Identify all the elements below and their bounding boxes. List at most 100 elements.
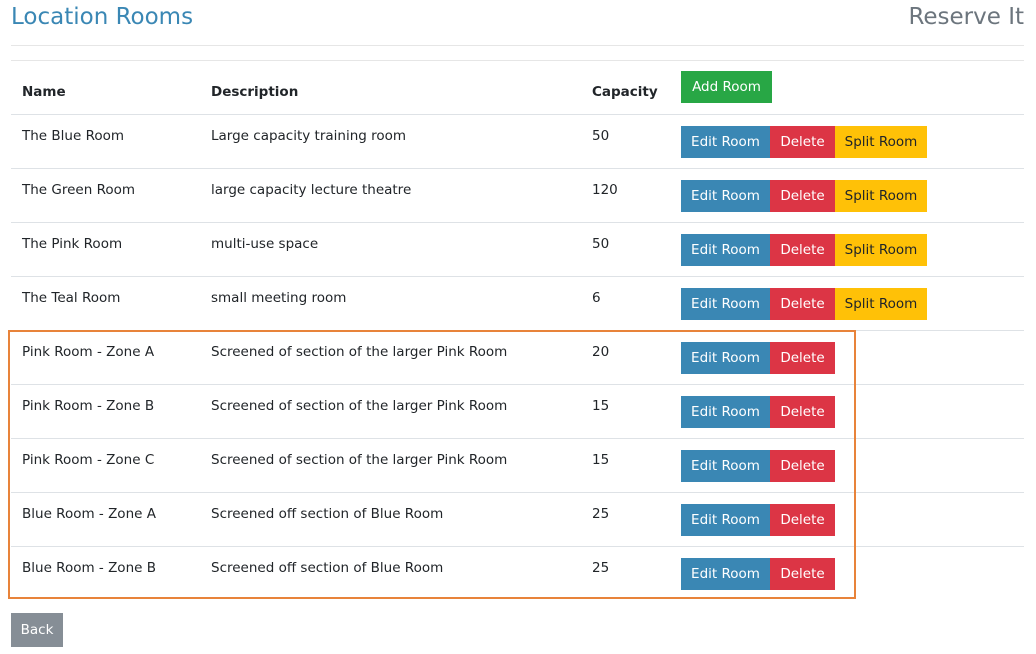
row-actions: Edit Room Delete Split Room — [681, 168, 1024, 223]
room-name: The Pink Room — [22, 235, 123, 252]
row-action-group: Edit Room Delete — [681, 557, 1024, 590]
room-capacity: 6 — [592, 289, 601, 306]
edit-room-button[interactable]: Edit Room — [681, 341, 770, 374]
room-description: Large capacity training room — [211, 127, 407, 144]
room-capacity-cell: 120 — [581, 168, 681, 223]
edit-room-button[interactable]: Edit Room — [681, 125, 770, 158]
table-row: Blue Room - Zone B Screened off section o… — [11, 546, 1024, 600]
header-divider — [11, 45, 1024, 46]
edit-room-button[interactable]: Edit Room — [681, 179, 770, 212]
room-description-cell: multi-use space — [200, 222, 581, 277]
row-action-group: Edit Room Delete — [681, 449, 1024, 482]
room-description: Screened off section of Blue Room — [211, 559, 444, 576]
room-capacity-cell: 6 — [581, 276, 681, 331]
table-row: Blue Room - Zone A Screened off section o… — [11, 492, 1024, 547]
room-description-cell: Large capacity training room — [200, 114, 581, 169]
room-capacity: 120 — [592, 181, 618, 198]
row-actions: Edit Room Delete Split Room — [681, 276, 1024, 331]
row-actions: Edit Room Delete — [681, 330, 1024, 385]
room-description-cell: Screened of section of the larger Pink R… — [200, 330, 581, 385]
room-capacity: 15 — [592, 397, 610, 414]
room-name-cell: Pink Room - Zone C — [11, 438, 200, 493]
delete-room-button[interactable]: Delete — [770, 395, 835, 428]
table-row: Pink Room - Zone C Screened of section of… — [11, 438, 1024, 493]
back-button[interactable]: Back — [11, 613, 63, 647]
delete-room-button[interactable]: Delete — [770, 233, 835, 266]
row-actions: Edit Room Delete — [681, 384, 1024, 439]
room-capacity: 15 — [592, 451, 610, 468]
room-name-cell: The Green Room — [11, 168, 200, 223]
column-header-capacity: Capacity — [581, 61, 681, 115]
column-header-name: Name — [11, 61, 200, 115]
room-name: Pink Room - Zone B — [22, 397, 155, 414]
room-name: The Blue Room — [22, 127, 125, 144]
row-action-group: Edit Room Delete — [681, 395, 1024, 428]
delete-room-button[interactable]: Delete — [770, 449, 835, 482]
split-room-button[interactable]: Split Room — [835, 287, 927, 320]
row-actions: Edit Room Delete — [681, 438, 1024, 493]
room-capacity-cell: 20 — [581, 330, 681, 385]
room-capacity: 50 — [592, 127, 610, 144]
room-name: The Teal Room — [22, 289, 121, 306]
room-description: Screened off section of Blue Room — [211, 505, 444, 522]
room-capacity-cell: 50 — [581, 222, 681, 277]
edit-room-button[interactable]: Edit Room — [681, 233, 770, 266]
room-name-cell: Pink Room - Zone B — [11, 384, 200, 439]
row-action-group: Edit Room Delete Split Room — [681, 287, 1024, 320]
page-title: Location Rooms — [11, 4, 194, 30]
rooms-table-body: The Blue Room Large capacity training roo… — [11, 114, 1024, 600]
room-description-cell: Screened off section of Blue Room — [200, 492, 581, 547]
delete-room-button[interactable]: Delete — [770, 341, 835, 374]
room-name: The Green Room — [22, 181, 136, 198]
room-capacity-cell: 15 — [581, 384, 681, 439]
delete-room-button[interactable]: Delete — [770, 503, 835, 536]
edit-room-button[interactable]: Edit Room — [681, 449, 770, 482]
split-room-button[interactable]: Split Room — [835, 179, 927, 212]
row-action-group: Edit Room Delete — [681, 341, 1024, 374]
edit-room-button[interactable]: Edit Room — [681, 557, 770, 590]
room-name: Blue Room - Zone B — [22, 559, 156, 576]
room-capacity-cell: 25 — [581, 492, 681, 547]
room-description: multi-use space — [211, 235, 319, 252]
split-room-button[interactable]: Split Room — [835, 233, 927, 266]
room-description: small meeting room — [211, 289, 347, 306]
edit-room-button[interactable]: Edit Room — [681, 287, 770, 320]
room-description: Screened of section of the larger Pink R… — [211, 397, 508, 414]
room-description-cell: large capacity lecture theatre — [200, 168, 581, 223]
room-name-cell: Pink Room - Zone A — [11, 330, 200, 385]
table-row: Pink Room - Zone B Screened of section of… — [11, 384, 1024, 439]
delete-room-button[interactable]: Delete — [770, 287, 835, 320]
add-room-button[interactable]: Add Room — [681, 71, 772, 103]
room-name-cell: The Teal Room — [11, 276, 200, 331]
rooms-table: Name Description Capacity Add Room The B… — [11, 61, 1024, 600]
room-name-cell: The Blue Room — [11, 114, 200, 169]
row-actions: Edit Room Delete Split Room — [681, 114, 1024, 169]
row-action-group: Edit Room Delete Split Room — [681, 179, 1024, 212]
delete-room-button[interactable]: Delete — [770, 557, 835, 590]
table-header-row: Name Description Capacity Add Room — [11, 61, 1024, 115]
column-header-description: Description — [200, 61, 581, 115]
row-action-group: Edit Room Delete Split Room — [681, 233, 1024, 266]
room-capacity: 25 — [592, 505, 610, 522]
room-capacity: 25 — [592, 559, 610, 576]
room-description: large capacity lecture theatre — [211, 181, 412, 198]
room-capacity-cell: 25 — [581, 546, 681, 600]
room-name: Blue Room - Zone A — [22, 505, 156, 522]
row-action-group: Edit Room Delete Split Room — [681, 125, 1024, 158]
table-row: The Green Room large capacity lecture the… — [11, 168, 1024, 223]
row-actions: Edit Room Delete — [681, 546, 1024, 600]
edit-room-button[interactable]: Edit Room — [681, 395, 770, 428]
table-row: The Blue Room Large capacity training roo… — [11, 114, 1024, 169]
room-description-cell: Screened of section of the larger Pink R… — [200, 384, 581, 439]
room-description: Screened of section of the larger Pink R… — [211, 343, 508, 360]
edit-room-button[interactable]: Edit Room — [681, 503, 770, 536]
room-name: Pink Room - Zone A — [22, 343, 155, 360]
table-row: Pink Room - Zone A Screened of section of… — [11, 330, 1024, 385]
room-description-cell: small meeting room — [200, 276, 581, 331]
table-row: The Pink Room multi-use space 50 Edit Room D… — [11, 222, 1024, 277]
split-room-button[interactable]: Split Room — [835, 125, 927, 158]
room-name-cell: Blue Room - Zone A — [11, 492, 200, 547]
delete-room-button[interactable]: Delete — [770, 125, 835, 158]
row-actions: Edit Room Delete — [681, 492, 1024, 547]
delete-room-button[interactable]: Delete — [770, 179, 835, 212]
